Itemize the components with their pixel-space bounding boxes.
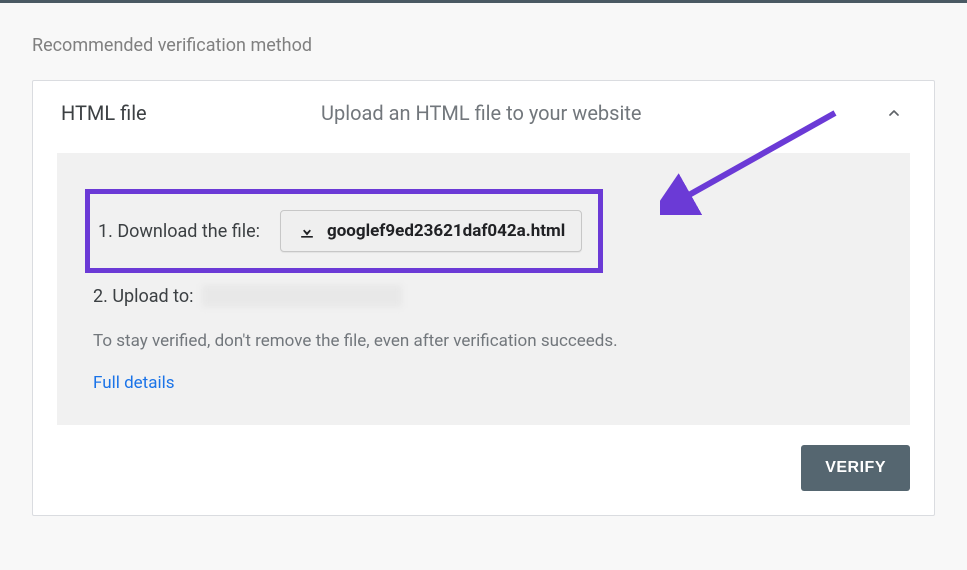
card-footer: VERIFY bbox=[33, 425, 934, 515]
card-header-toggle[interactable]: HTML file Upload an HTML file to your we… bbox=[33, 81, 934, 145]
step2-row: 2. Upload to: bbox=[85, 285, 882, 307]
full-details-link[interactable]: Full details bbox=[85, 373, 175, 393]
step2-label: 2. Upload to: bbox=[93, 286, 194, 307]
download-filename: googlef9ed23621daf042a.html bbox=[327, 221, 565, 241]
html-file-card: HTML file Upload an HTML file to your we… bbox=[32, 80, 935, 516]
card-body: 1. Download the file: googlef9ed23621daf… bbox=[57, 153, 910, 425]
card-title: HTML file bbox=[61, 101, 321, 125]
verify-button[interactable]: VERIFY bbox=[801, 445, 910, 491]
chevron-up-icon bbox=[882, 101, 906, 125]
download-file-button[interactable]: googlef9ed23621daf042a.html bbox=[280, 210, 582, 252]
recommended-heading: Recommended verification method bbox=[32, 35, 935, 56]
step1-highlight-box: 1. Download the file: googlef9ed23621daf… bbox=[85, 189, 603, 273]
upload-target-redacted bbox=[202, 285, 402, 307]
step1-label: 1. Download the file: bbox=[98, 221, 260, 242]
card-subtitle: Upload an HTML file to your website bbox=[321, 101, 882, 125]
verification-note: To stay verified, don't remove the file,… bbox=[85, 331, 882, 351]
download-icon bbox=[297, 221, 317, 241]
